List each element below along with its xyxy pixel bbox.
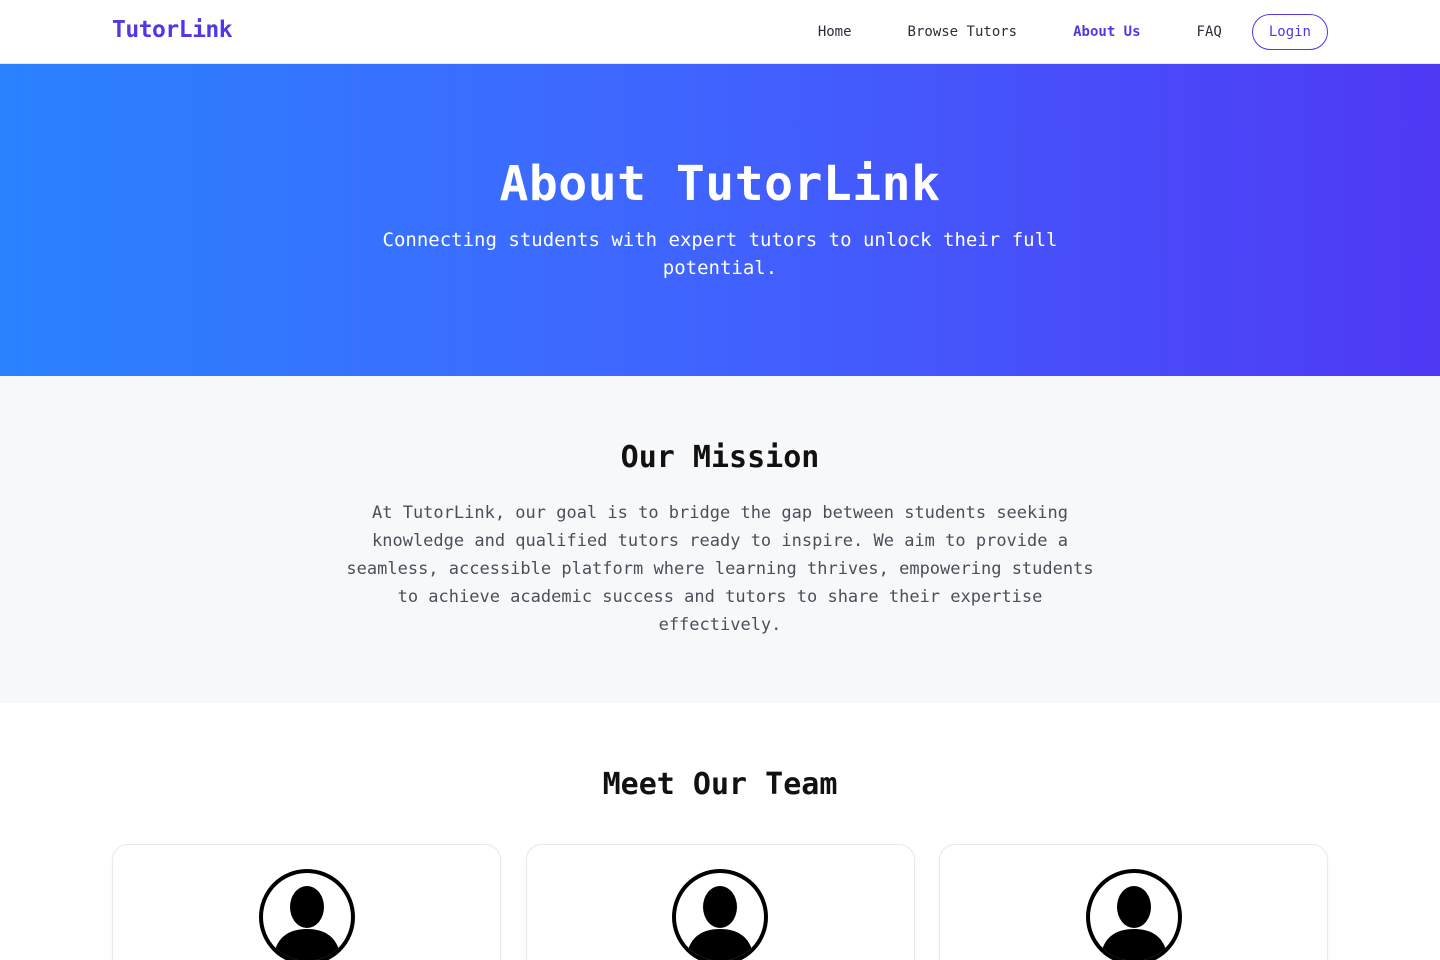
hero-subtitle: Connecting students with expert tutors t… bbox=[382, 229, 1058, 279]
nav-about-us[interactable]: About Us bbox=[1073, 24, 1140, 40]
team-member-card[interactable] bbox=[525, 844, 915, 960]
team-title: Meet Our Team bbox=[602, 767, 838, 802]
site-header: TutorLink Home Browse Tutors About Us FA… bbox=[0, 0, 1440, 64]
user-silhouette-icon bbox=[1085, 869, 1182, 960]
hero-section: About TutorLink Connecting students with… bbox=[0, 64, 1440, 376]
team-member-card[interactable] bbox=[939, 844, 1328, 960]
user-silhouette-icon bbox=[672, 869, 768, 960]
nav-faq[interactable]: FAQ bbox=[1197, 24, 1222, 40]
brand-logo[interactable]: TutorLink bbox=[112, 17, 233, 43]
login-button[interactable]: Login bbox=[1251, 14, 1328, 50]
team-member-card[interactable] bbox=[112, 844, 501, 960]
team-cards bbox=[112, 844, 1328, 960]
mission-section: Our Mission At TutorLink, our goal is to… bbox=[0, 376, 1440, 703]
team-section: Meet Our Team bbox=[0, 703, 1440, 960]
mission-title: Our Mission bbox=[620, 440, 820, 475]
hero-title: About TutorLink bbox=[499, 156, 941, 212]
mission-body: At TutorLink, our goal is to bridge the … bbox=[346, 503, 1094, 635]
nav-home[interactable]: Home bbox=[818, 24, 852, 40]
main-nav: Home Browse Tutors About Us FAQ Login bbox=[762, 14, 1328, 50]
nav-browse-tutors[interactable]: Browse Tutors bbox=[908, 24, 1018, 40]
user-silhouette-icon bbox=[258, 869, 355, 960]
